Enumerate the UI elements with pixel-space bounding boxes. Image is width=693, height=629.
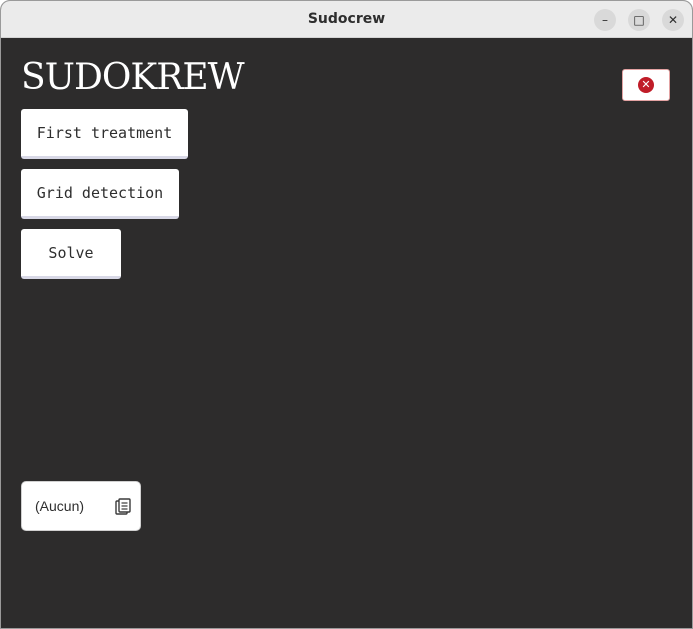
first-treatment-label: First treatment: [36, 123, 173, 142]
app-window: Sudocrew – □ ✕ SUDOKREW First treatment …: [0, 0, 693, 629]
app-title: SUDOKREW: [21, 57, 245, 98]
document-open-icon: [115, 498, 131, 515]
minimize-button[interactable]: –: [594, 9, 616, 31]
close-window-button[interactable]: ✕: [662, 9, 684, 31]
maximize-button[interactable]: □: [628, 9, 650, 31]
grid-detection-button[interactable]: Grid detection: [21, 169, 179, 219]
file-chooser-button[interactable]: (Aucun): [21, 481, 141, 531]
first-treatment-button[interactable]: First treatment: [21, 109, 188, 159]
minimize-icon: –: [602, 13, 608, 27]
close-circle-icon: ✕: [638, 77, 654, 93]
title-bar[interactable]: Sudocrew – □ ✕: [1, 1, 692, 38]
grid-detection-label: Grid detection: [36, 183, 164, 202]
close-icon: ✕: [667, 13, 679, 27]
main-content: SUDOKREW First treatment Grid detection …: [1, 38, 692, 628]
solve-button[interactable]: Solve: [21, 229, 121, 279]
window-title: Sudocrew: [307, 11, 386, 27]
file-chooser-label: (Aucun): [35, 498, 85, 514]
quit-button[interactable]: ✕: [622, 69, 670, 101]
maximize-icon: □: [633, 13, 645, 27]
solve-label: Solve: [48, 243, 94, 262]
